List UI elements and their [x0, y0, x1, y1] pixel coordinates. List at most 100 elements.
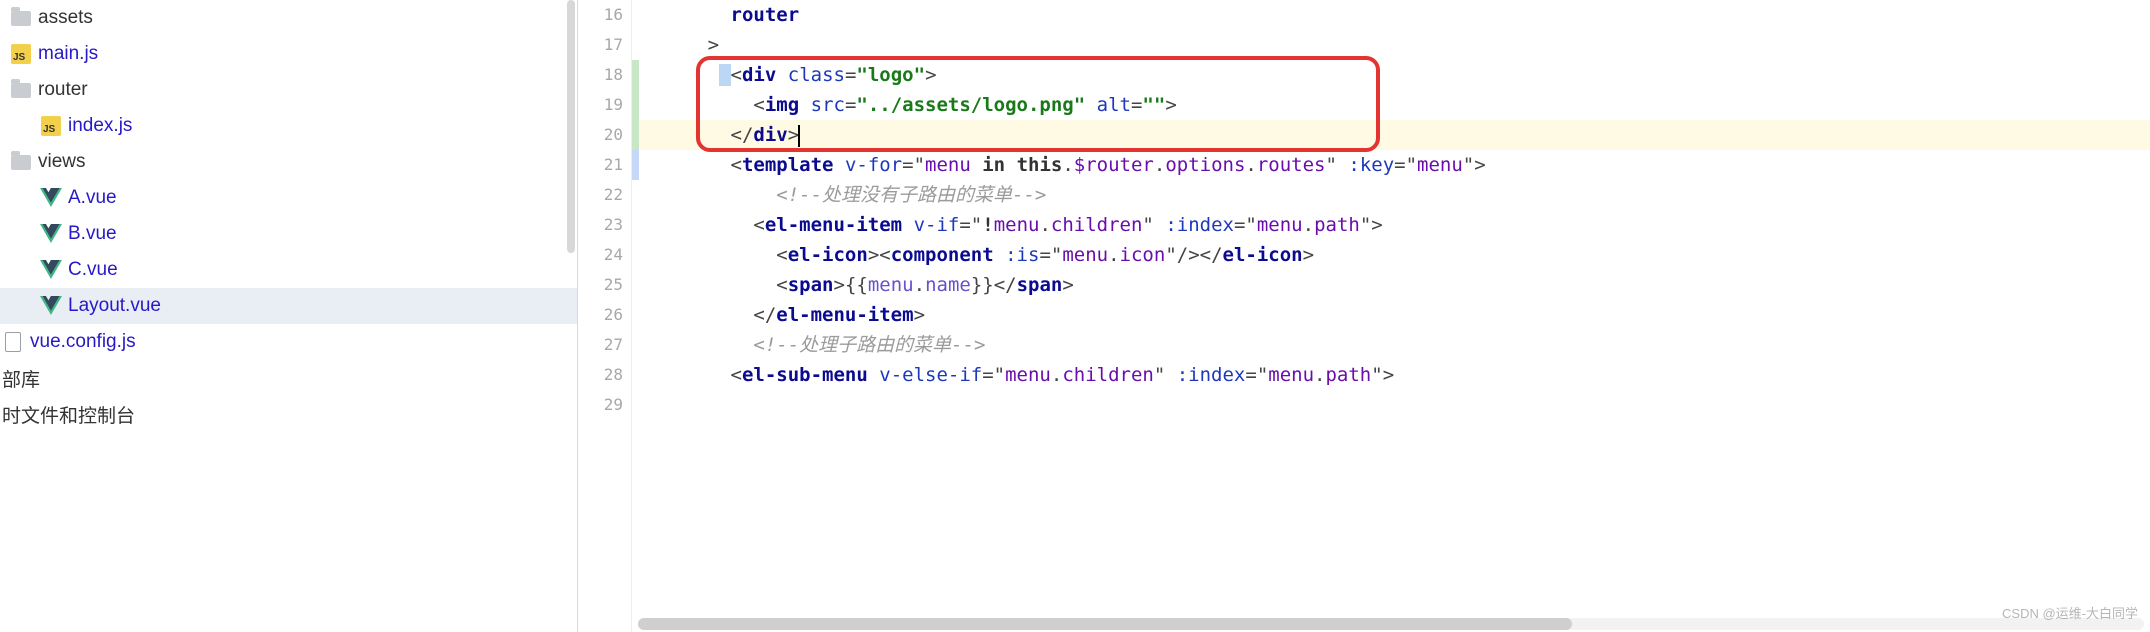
code-token: el-menu-item	[765, 214, 902, 236]
code-line[interactable]: <template v-for="menu in this.$router.op…	[639, 150, 2150, 180]
line-number[interactable]: 24	[578, 240, 623, 270]
code-line[interactable]: </div>	[639, 120, 2150, 150]
code-token: img	[765, 94, 799, 116]
tree-item[interactable]: JS main.js	[0, 36, 577, 72]
vcs-mark	[632, 180, 639, 210]
tree-vertical-scrollbar[interactable]	[567, 0, 575, 253]
code-token	[833, 154, 844, 176]
line-number[interactable]: 25	[578, 270, 623, 300]
vue-file-icon	[40, 187, 62, 209]
tree-item[interactable]: Layout.vue	[0, 288, 577, 324]
code-token: =	[845, 94, 856, 116]
js-file-icon: JS	[10, 43, 32, 65]
code-token: :key	[1348, 154, 1394, 176]
line-number[interactable]: 22	[578, 180, 623, 210]
code-editor[interactable]: 1617181920212223242526272829 router > <d…	[578, 0, 2150, 632]
code-token: menu	[1417, 154, 1463, 176]
tree-item-label: index.js	[68, 115, 132, 137]
code-token: menu	[1268, 364, 1314, 386]
code-token: src	[811, 94, 845, 116]
code-line[interactable]: <el-sub-menu v-else-if="menu.children" :…	[639, 360, 2150, 390]
code-line[interactable]: </el-menu-item>	[639, 300, 2150, 330]
code-line[interactable]: router	[639, 0, 2150, 30]
code-token: ""	[1142, 94, 1165, 116]
tree-item[interactable]: C.vue	[0, 252, 577, 288]
tree-item-label: B.vue	[68, 223, 117, 245]
tree-item[interactable]: B.vue	[0, 216, 577, 252]
scrollbar-thumb[interactable]	[638, 618, 1572, 630]
code-token: ="	[959, 214, 982, 236]
watermark: CSDN @运维-大白同学	[2002, 603, 2138, 622]
code-token: el-icon	[1223, 244, 1303, 266]
line-number[interactable]: 17	[578, 30, 623, 60]
tree-item[interactable]: assets	[0, 0, 577, 36]
code-token: <!--处理没有子路由的菜单-->	[776, 184, 1046, 206]
line-number[interactable]: 20	[578, 120, 623, 150]
code-line[interactable]: <div class="logo">	[639, 60, 2150, 90]
line-number[interactable]: 27	[578, 330, 623, 360]
code-token: !	[982, 214, 993, 236]
code-token: >	[914, 304, 925, 326]
code-line[interactable]: <span>{{menu.name}}</span>	[639, 270, 2150, 300]
project-tree-panel[interactable]: assets JS main.js routerJSindex.jsviewsA.vu…	[0, 0, 578, 632]
editor-caret	[798, 125, 800, 147]
code-line[interactable]: <el-menu-item v-if="!menu.children" :ind…	[639, 210, 2150, 240]
line-number[interactable]: 28	[578, 360, 623, 390]
tree-item[interactable]: router	[0, 72, 577, 108]
code-token: >	[925, 64, 936, 86]
code-token	[776, 64, 787, 86]
vcs-mark	[632, 120, 639, 150]
code-token: <	[776, 274, 787, 296]
code-token: name	[925, 274, 971, 296]
tree-item[interactable]: vue.config.js	[0, 324, 577, 360]
code-token: <	[776, 244, 787, 266]
code-line[interactable]: <el-icon><component :is="menu.icon"/></e…	[639, 240, 2150, 270]
vcs-mark	[632, 240, 639, 270]
tree-item-label: main.js	[38, 43, 98, 65]
vcs-mark	[632, 270, 639, 300]
code-token: options	[1165, 154, 1245, 176]
tree-item[interactable]: views	[0, 144, 577, 180]
code-token: children	[1062, 364, 1154, 386]
vcs-mark	[632, 210, 639, 240]
code-token: div	[742, 64, 776, 86]
editor-gutter[interactable]: 1617181920212223242526272829	[578, 0, 632, 632]
code-token: .	[1154, 154, 1165, 176]
code-token: <	[753, 94, 764, 116]
code-token: ="	[1394, 154, 1417, 176]
code-token: >	[708, 34, 719, 56]
tree-item[interactable]: A.vue	[0, 180, 577, 216]
code-line[interactable]: >	[639, 30, 2150, 60]
vcs-mark	[632, 30, 639, 60]
line-number[interactable]: 18	[578, 60, 623, 90]
editor-horizontal-scrollbar[interactable]	[638, 618, 2144, 630]
line-number[interactable]: 19	[578, 90, 623, 120]
code-token: this	[1017, 154, 1063, 176]
code-token: span	[788, 274, 834, 296]
code-line[interactable]	[639, 390, 2150, 420]
folder-icon	[10, 7, 32, 29]
tree-footer-2-label: 时文件和控制台	[2, 401, 135, 428]
code-line[interactable]: <!--处理子路由的菜单-->	[639, 330, 2150, 360]
tree-item-label: C.vue	[68, 259, 118, 281]
code-token: router	[731, 4, 800, 26]
code-token: >	[1303, 244, 1314, 266]
code-token: v-for	[845, 154, 902, 176]
code-token: v-if	[914, 214, 960, 236]
code-token: menu	[868, 274, 914, 296]
line-number[interactable]: 16	[578, 0, 623, 30]
tree-footer-2: 时文件和控制台	[0, 396, 577, 432]
code-token: class	[788, 64, 845, 86]
file-icon	[2, 331, 24, 353]
code-line[interactable]: <img src="../assets/logo.png" alt="">	[639, 90, 2150, 120]
line-number[interactable]: 26	[578, 300, 623, 330]
line-number[interactable]: 23	[578, 210, 623, 240]
code-token: el-sub-menu	[742, 364, 868, 386]
line-number[interactable]: 21	[578, 150, 623, 180]
code-line[interactable]: <!--处理没有子路由的菜单-->	[639, 180, 2150, 210]
tree-item[interactable]: JSindex.js	[0, 108, 577, 144]
vcs-change-strip	[632, 0, 639, 632]
tree-item-label: assets	[38, 7, 93, 29]
line-number[interactable]: 29	[578, 390, 623, 420]
code-area[interactable]: router > <div class="logo"> <img src="..…	[639, 0, 2150, 632]
